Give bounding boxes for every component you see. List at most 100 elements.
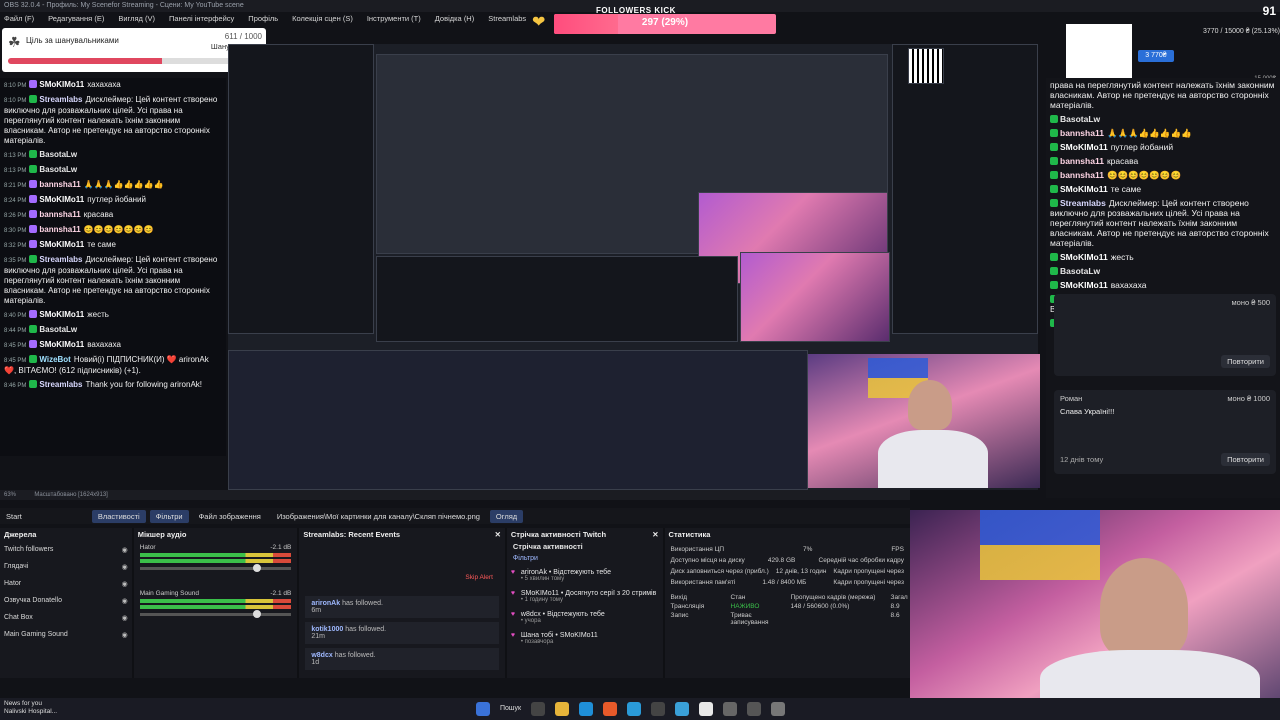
menu-profile[interactable]: Профіль (248, 12, 278, 26)
source-item[interactable]: Main Gaming Sound ◉ (0, 627, 132, 644)
donation-amount-button[interactable]: 3 770₴ (1138, 50, 1174, 62)
donation-amount: моно ₴ 500 (1231, 298, 1271, 307)
chat-message: SMoKIMo11 те саме (1046, 182, 1280, 196)
repeat-button[interactable]: Повторити (1221, 355, 1270, 368)
username[interactable]: BasotaLw (1060, 266, 1100, 276)
stat-label: Кадри пропущені через (833, 579, 904, 586)
skip-alert-button[interactable]: Skip Alert (465, 574, 492, 581)
username[interactable]: SMoKIMo11 (1060, 280, 1108, 290)
scale-info: Масштабовано [1624x913] (34, 492, 108, 498)
app-icon[interactable] (747, 702, 762, 716)
menu-help[interactable]: Довідка (H) (435, 12, 474, 26)
username[interactable]: SMoKIMo11 (39, 80, 84, 89)
username[interactable]: SMoKIMo11 (1060, 252, 1108, 262)
filters-button[interactable]: Фільтри (149, 509, 189, 523)
username[interactable]: SMoKIMo11 (39, 240, 84, 249)
mixer-channel: Main Gaming Sound -2.1 dB (134, 588, 298, 620)
username[interactable]: SMoKIMo11 (39, 340, 84, 349)
username[interactable]: Streamlabs (39, 380, 82, 389)
volume-slider[interactable] (139, 564, 292, 572)
activity-filters[interactable]: Фільтри (507, 551, 663, 566)
edge-icon[interactable] (579, 702, 594, 716)
source-item[interactable]: Chat Box ◉ (0, 610, 132, 627)
donation-message: Слава Україні!!! (1060, 407, 1115, 416)
donation-card: Роман моно ₴ 1000 Слава Україні!!! 12 дні… (1054, 390, 1276, 474)
eye-icon[interactable]: ◉ (122, 546, 128, 554)
search-button[interactable]: Пошук (500, 702, 521, 716)
badge-icon (1050, 267, 1058, 275)
app-icon[interactable] (771, 702, 786, 716)
source-item[interactable]: Hator ◉ (0, 576, 132, 593)
menu-scene-collection[interactable]: Колекція сцен (S) (292, 12, 353, 26)
recent-events-dock: Streamlabs: Recent Events ✕ Skip Alert ar… (299, 528, 505, 678)
badge-icon (1050, 185, 1058, 193)
activity-item: arironAk • Відстежують тебе• 5 хвилин то… (507, 566, 663, 587)
close-icon[interactable]: ✕ (495, 530, 501, 540)
username[interactable]: WizeBot (39, 355, 70, 364)
username[interactable]: BasotaLw (39, 165, 77, 174)
username[interactable]: Streamlabs (1060, 198, 1106, 208)
file-explorer-icon[interactable] (555, 702, 570, 716)
slider-knob[interactable] (253, 610, 262, 618)
source-name: Chat Box (4, 614, 33, 621)
chat-message: 8:21 PM bannsha11 🙏🙏🙏👍👍👍👍👍 (0, 178, 226, 193)
nested-qr-code (908, 48, 944, 84)
activity-subtitle: Стрічка активності (512, 542, 583, 551)
image-path-field[interactable]: Изображения\Мої картинки для каналу\Скля… (271, 510, 486, 523)
task-view-icon[interactable] (531, 702, 546, 716)
message-time: 8:10 PM (4, 83, 27, 89)
telegram-icon[interactable] (627, 702, 642, 716)
properties-button[interactable]: Властивості (91, 509, 146, 523)
username[interactable]: BasotaLw (1060, 114, 1100, 124)
firefox-icon[interactable] (603, 702, 618, 716)
activity-feed-dock: Стрічка активності Twitch ✕ Стрічка актив… (506, 528, 663, 678)
activity-time: • учора (520, 618, 541, 624)
menu-streamlabs[interactable]: Streamlabs (488, 12, 526, 26)
username[interactable]: bannsha11 (1060, 170, 1104, 180)
menu-tools[interactable]: Інструменти (T) (367, 12, 421, 26)
chat-message: bannsha11 😊😊😊😊😊😊😊 (1046, 168, 1280, 182)
obs-icon[interactable] (651, 702, 666, 716)
image-file-label: Файл зображення (198, 511, 261, 521)
taskbar-icons: Пошук (476, 702, 786, 716)
username[interactable]: SMoKIMo11 (39, 310, 84, 319)
message-time: 8:21 PM (4, 183, 27, 189)
username[interactable]: Streamlabs (39, 255, 82, 264)
username[interactable]: SMoKIMo11 (1060, 142, 1108, 152)
source-item[interactable]: Глядачі ◉ (0, 559, 132, 576)
menu-file[interactable]: Файл (F) (4, 12, 34, 26)
eye-icon[interactable]: ◉ (122, 580, 128, 588)
chrome-icon[interactable] (699, 702, 714, 716)
app-icon[interactable] (675, 702, 690, 716)
username[interactable]: SMoKIMo11 (39, 195, 84, 204)
username[interactable]: BasotaLw (39, 150, 77, 159)
menu-edit[interactable]: Редагування (E) (48, 12, 104, 26)
username[interactable]: BasotaLw (39, 325, 77, 334)
eye-icon[interactable]: ◉ (122, 563, 128, 571)
chat-panel-left[interactable]: 8:10 PM SMoKIMo11 хахахаха 8:10 PM Streamlab… (0, 78, 226, 456)
browse-button[interactable]: Огляд (489, 509, 524, 523)
eye-icon[interactable]: ◉ (122, 597, 128, 605)
menu-docks[interactable]: Панелі інтерфейсу (169, 12, 234, 26)
start-button[interactable]: Start (0, 510, 28, 523)
volume-slider[interactable] (139, 610, 292, 618)
eye-icon[interactable]: ◉ (122, 631, 128, 639)
username[interactable]: SMoKIMo11 (1060, 184, 1108, 194)
username[interactable]: Streamlabs (39, 95, 82, 104)
start-icon[interactable] (476, 702, 490, 716)
menu-view[interactable]: Вигляд (V) (118, 12, 155, 26)
username[interactable]: bannsha11 (39, 225, 80, 234)
username[interactable]: bannsha11 (1060, 128, 1104, 138)
eye-icon[interactable]: ◉ (122, 614, 128, 622)
news-sub: Nalivski Hospital... (4, 708, 58, 715)
slider-knob[interactable] (253, 564, 262, 572)
source-item[interactable]: Озвучка Donatello ◉ (0, 593, 132, 610)
settings-icon[interactable] (723, 702, 738, 716)
close-icon[interactable]: ✕ (652, 530, 658, 540)
source-item[interactable]: Twitch followers ◉ (0, 542, 132, 559)
repeat-button[interactable]: Повторити (1221, 453, 1270, 466)
username[interactable]: bannsha11 (1060, 156, 1104, 166)
news-widget[interactable]: News for you Nalivski Hospital... (4, 700, 57, 716)
username[interactable]: bannsha11 (39, 180, 80, 189)
username[interactable]: bannsha11 (39, 210, 80, 219)
